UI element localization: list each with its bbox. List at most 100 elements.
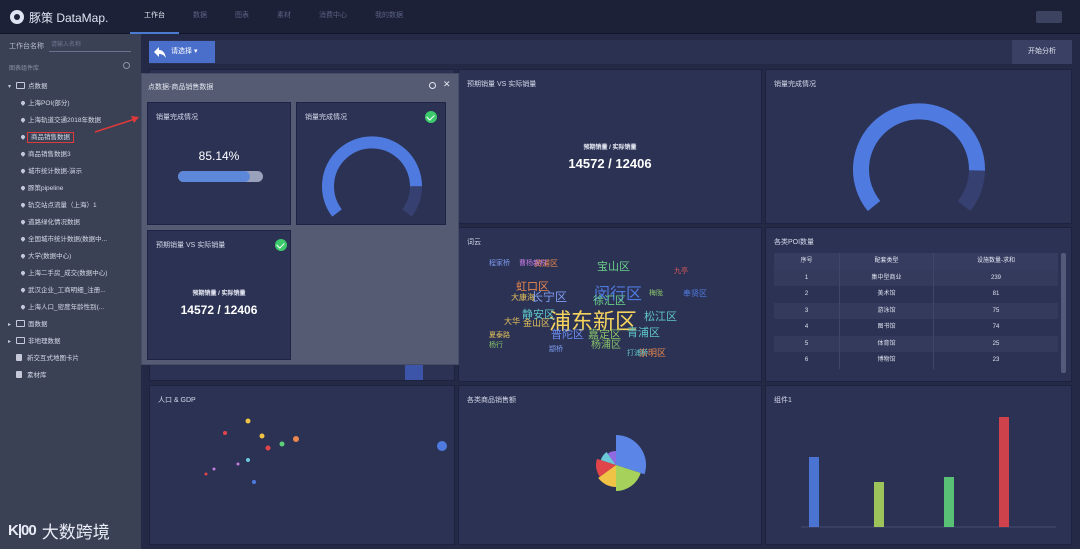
wordcloud-word: 宝山区 bbox=[597, 260, 630, 273]
wordcloud-word: 梅陇 bbox=[649, 289, 663, 297]
table-row[interactable]: 2 美术馆 81 bbox=[774, 286, 1058, 303]
wordcloud-word: 普陀区 bbox=[551, 328, 584, 341]
select-dropdown[interactable]: 请选择 ▾ bbox=[149, 41, 215, 63]
scatter-point bbox=[437, 441, 447, 451]
data-preview-panel[interactable]: 点数据-商品销售数据 ✕ 销量完成情况 85.14% 销量完成情况 预期销量 V… bbox=[141, 73, 459, 365]
location-pin-icon bbox=[20, 270, 26, 276]
main-nav: 工作台 数据 图表 素材 消费中心 我的数据 bbox=[130, 0, 417, 34]
tree-item[interactable]: 上海二手房_成交(数据中心) bbox=[0, 265, 141, 282]
chart-library-label: 图表组件库 bbox=[9, 66, 40, 72]
card-population-gdp[interactable]: 人口 & GDP bbox=[149, 385, 455, 545]
card-wordcloud[interactable]: 词云 浦东新区 闵行区 长宁区 静安区 普陀区 嘉定区 青浦区 虹口区 宝山区 徐汇区 松江区 杨浦区… bbox=[458, 227, 762, 382]
scatter-point bbox=[204, 472, 208, 476]
nav-item-mydata[interactable]: 我的数据 bbox=[361, 0, 417, 34]
workspace-name-input[interactable]: 请输入名称 bbox=[49, 40, 131, 52]
map-card-icon bbox=[16, 354, 22, 361]
tree-item-asset-library[interactable]: 素材库 bbox=[0, 367, 141, 384]
tree-item[interactable]: 商品销售数据3 bbox=[0, 146, 141, 163]
tree-folder-non-geo-data[interactable]: ▸ 非地理数据 bbox=[0, 333, 141, 350]
completion-progress-bar bbox=[178, 171, 263, 182]
scatter-point bbox=[279, 441, 285, 447]
wordcloud-word: 曹杨新村 bbox=[519, 259, 547, 267]
table-row[interactable]: 6 博物馆 23 bbox=[774, 352, 1058, 369]
check-icon[interactable] bbox=[425, 111, 437, 123]
check-icon[interactable] bbox=[275, 239, 287, 251]
location-pin-icon bbox=[20, 304, 26, 310]
close-icon[interactable]: ✕ bbox=[443, 79, 451, 90]
tree-item[interactable]: 豚策pipeline bbox=[0, 180, 141, 197]
card-plan-vs-actual[interactable]: 预期销量 VS 实际销量 预期销量 / 实际销量 14572 / 12406 bbox=[458, 69, 762, 224]
mini-gauge bbox=[322, 136, 422, 217]
scatter-point bbox=[236, 462, 240, 466]
table-row[interactable]: 4 图书馆 74 bbox=[774, 319, 1058, 336]
tree-item[interactable]: 武汉企业_工商明细_注册... bbox=[0, 282, 141, 299]
tree-item[interactable]: 大学(数据中心) bbox=[0, 248, 141, 265]
scatter-point bbox=[252, 480, 256, 484]
table-row[interactable]: 5 体育馆 25 bbox=[774, 335, 1058, 352]
plan-value: 14572 / 12406 bbox=[180, 303, 258, 317]
watermark-text: 大数跨境 bbox=[41, 523, 110, 542]
avatar[interactable] bbox=[1036, 11, 1062, 23]
table-scrollbar[interactable] bbox=[1061, 253, 1066, 373]
card-poi-table[interactable]: 各类POI数量 序号 配套类型 设施数量-求和 1 集中型商业 239 2 美术馆 81… bbox=[765, 227, 1072, 382]
tree-folder-area-data[interactable]: ▸ 面数据 bbox=[0, 316, 141, 333]
nav-item-consume[interactable]: 消费中心 bbox=[305, 0, 361, 34]
card-component1[interactable]: 组件1 bbox=[765, 385, 1072, 545]
tree-item[interactable]: 全国城市统计数据(数据中... bbox=[0, 231, 141, 248]
card-title: 销量完成情况 bbox=[774, 81, 816, 88]
app-logo[interactable]: 豚策 DataMap. bbox=[10, 9, 108, 25]
nav-item-assets[interactable]: 素材 bbox=[263, 0, 305, 34]
location-pin-icon bbox=[20, 236, 26, 242]
mini-card-plan[interactable]: 预期销量 VS 实际销量 预期销量 / 实际销量 14572 / 12406 bbox=[147, 230, 291, 360]
mini-card-title: 销量完成情况 bbox=[305, 114, 347, 121]
mini-card-completion[interactable]: 销量完成情况 85.14% bbox=[147, 102, 291, 225]
tree-item-map-card[interactable]: 新交互式地图卡片 bbox=[0, 350, 141, 367]
table-row[interactable]: 3 游泳馆 75 bbox=[774, 302, 1058, 319]
card-title: 词云 bbox=[467, 239, 481, 246]
back-arrow-icon bbox=[154, 47, 166, 58]
table-row[interactable]: 1 集中型商业 239 bbox=[774, 269, 1058, 286]
tree-folder-point-data[interactable]: ▾ 点数据 bbox=[0, 78, 141, 95]
tree-item[interactable]: 道路绿化情况数据 bbox=[0, 214, 141, 231]
location-pin-icon bbox=[20, 151, 26, 157]
location-pin-icon bbox=[20, 185, 26, 191]
bar bbox=[809, 457, 819, 527]
nav-item-workbench[interactable]: 工作台 bbox=[130, 0, 179, 34]
wordcloud-word: 奉贤区 bbox=[683, 289, 707, 298]
bar bbox=[874, 482, 884, 527]
wordcloud-word: 九亭 bbox=[674, 267, 688, 275]
wordcloud-word: 松江区 bbox=[644, 310, 677, 323]
mini-card-title: 销量完成情况 bbox=[156, 114, 198, 121]
scatter-point bbox=[246, 458, 250, 462]
tree-item[interactable]: 城市统计数据-演示 bbox=[0, 163, 141, 180]
document-icon bbox=[16, 371, 22, 378]
card-completion-gauge[interactable]: 销量完成情况 bbox=[765, 69, 1072, 224]
watermark-logo: K|00 大数跨境 bbox=[8, 518, 110, 543]
nav-item-data[interactable]: 数据 bbox=[179, 0, 221, 34]
card-category-sales[interactable]: 各类商品销售额 bbox=[458, 385, 762, 545]
scatter-point bbox=[245, 418, 251, 424]
toolbar: 请选择 ▾ 开始分析 bbox=[149, 40, 1072, 64]
search-icon[interactable] bbox=[123, 62, 130, 69]
workspace-name-label: 工作台名称 bbox=[9, 43, 44, 50]
start-analysis-button[interactable]: 开始分析 bbox=[1012, 40, 1072, 64]
card-title: 预期销量 VS 实际销量 bbox=[467, 81, 537, 88]
card-title: 各类商品销售额 bbox=[467, 397, 516, 404]
scatter-point bbox=[223, 431, 227, 435]
mini-card-gauge[interactable]: 销量完成情况 bbox=[296, 102, 446, 225]
location-pin-icon bbox=[20, 100, 26, 106]
sidebar: 工作台名称 请输入名称 图表组件库 ▾ 点数据 上海POI(部分) 上海轨道交通2… bbox=[0, 34, 141, 549]
search-icon[interactable] bbox=[429, 82, 436, 89]
gauge-value-arc bbox=[853, 103, 985, 212]
app-logo-text: 豚策 DataMap. bbox=[29, 10, 109, 25]
nav-item-charts[interactable]: 图表 bbox=[221, 0, 263, 34]
wordcloud-word: 徐汇区 bbox=[593, 294, 626, 307]
tree-item[interactable]: 轨交站点流量（上海）1 bbox=[0, 197, 141, 214]
caret-down-icon: ▾ bbox=[8, 84, 12, 90]
completion-percent: 85.14% bbox=[198, 149, 240, 163]
wordcloud-word: 打浦桥 bbox=[627, 349, 648, 357]
location-pin-icon bbox=[20, 202, 26, 208]
tree-item[interactable]: 上海POI(部分) bbox=[0, 95, 141, 112]
tree-item[interactable]: 上海人口_密度年龄性别(... bbox=[0, 299, 141, 316]
wordcloud-word: 杨行 bbox=[489, 341, 503, 349]
